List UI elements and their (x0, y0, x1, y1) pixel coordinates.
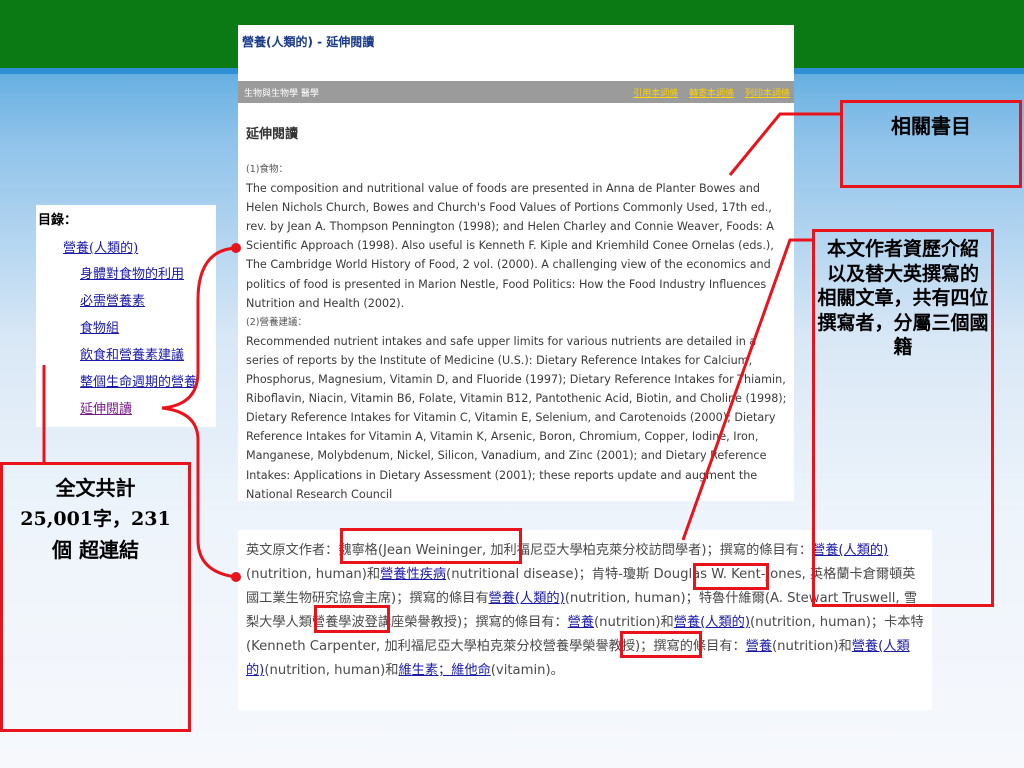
callout-fulltext-line1: 全文共計 (55, 476, 136, 500)
attr-text: (nutrition)和 (772, 639, 852, 654)
author-name-truswell: 特魯什維爾 (698, 591, 765, 606)
attr-text: (nutrition, human)； (749, 615, 885, 630)
article-panel: 營養(人類的) - 延伸閱讀 生物與生物學 醫學 引用本詞條 轉寄本詞條 列印本… (238, 25, 794, 501)
article-title: 營養(人類的) - 延伸閱讀 (242, 35, 375, 49)
highlight-truswell (314, 605, 390, 633)
attr-text: (nutrition, human)和 (264, 663, 399, 678)
attr-text: (vitamin)。 (490, 663, 564, 678)
section-heading: 延伸閱讀 (246, 127, 299, 142)
paragraph-recommendations: Recommended nutrient intakes and safe up… (246, 334, 787, 501)
toc-label: 目錄： (38, 213, 78, 228)
link-nutrition-human[interactable]: 營養(人類的) (674, 615, 750, 630)
article-toolbar: 生物與生物學 醫學 引用本詞條 轉寄本詞條 列印本詞條 (238, 81, 794, 103)
toc-item: 延伸閱讀 (80, 398, 197, 425)
link-nutrition-human[interactable]: 營養(人類的) (489, 591, 565, 606)
toc-item: 整個生命週期的營養 (80, 371, 197, 398)
paragraph-foods: The composition and nutritional value of… (246, 182, 774, 310)
toc-link-food-groups[interactable]: 食物組 (80, 321, 119, 336)
article-body: (1)食物： The composition and nutritional v… (246, 160, 792, 501)
subsection-foods: (1)食物： (246, 164, 288, 175)
toc-link-lifecycle-nutrition[interactable]: 整個生命週期的營養 (80, 375, 197, 390)
toc-item: 飲食和營養素建議 (80, 344, 197, 371)
forward-entry-link[interactable]: 轉寄本詞條 (689, 89, 734, 99)
callout-fulltext (0, 462, 191, 732)
toc-link-food-utilization[interactable]: 身體對食物的利用 (80, 267, 184, 282)
breadcrumb: 生物與生物學 醫學 (244, 89, 319, 99)
toc-root-item: 營養(人類的) (63, 237, 138, 256)
toc-item: 必需營養素 (80, 290, 197, 317)
attr-text: (nutrition, human)； (564, 591, 699, 606)
cite-entry-link[interactable]: 引用本詞條 (633, 89, 678, 99)
attr-text: 加利福尼亞大學柏克萊分校訪問學者)；撰寫的條目有： (490, 543, 813, 558)
toc-link-further-reading[interactable]: 延伸閱讀 (80, 402, 132, 417)
toc-item: 身體對食物的利用 (80, 263, 197, 290)
attr-text: 英文原文作者： (246, 543, 339, 558)
attr-text: (nutrition, human)和 (246, 567, 381, 582)
toc-item: 食物組 (80, 317, 197, 344)
callout-fulltext-line2: 25,001字，231 (20, 508, 171, 530)
toc-link-dietary-recommendations[interactable]: 飲食和營養素建議 (80, 348, 184, 363)
link-nutritional-disease[interactable]: 營養性疾病 (380, 567, 446, 582)
highlight-weininger (340, 528, 522, 564)
author-name-kent-jones: 肯特-瓊斯 (591, 567, 650, 582)
highlight-carpenter (620, 631, 702, 658)
link-vitamin[interactable]: 維生素；維他命 (398, 663, 490, 678)
table-of-contents: 目錄： 營養(人類的) 身體對食物的利用 必需營養素 食物組 飲食和營養素建議 … (36, 205, 216, 427)
callout-authors-text: 本文作者資歷介紹 以及替大英撰寫的 相關文章，共有四位撰寫者，分屬三個國籍 (817, 238, 989, 358)
highlight-kent-jones (693, 563, 769, 590)
link-nutrition[interactable]: 營養 (568, 615, 594, 630)
link-nutrition[interactable]: 營養 (746, 639, 772, 654)
callout-fulltext-line3: 個 超連結 (52, 538, 139, 562)
attr-text: (nutrition)和 (594, 615, 674, 630)
subsection-recommendations: (2)營養建議： (246, 316, 307, 328)
callout-related-books-text: 相關書目 (891, 114, 971, 138)
toolbar-links: 引用本詞條 轉寄本詞條 列印本詞條 (625, 86, 790, 99)
toc-link-nutrition-human[interactable]: 營養(人類的) (63, 241, 138, 256)
toc-list: 身體對食物的利用 必需營養素 食物組 飲食和營養素建議 整個生命週期的營養 延伸… (80, 263, 197, 425)
print-entry-link[interactable]: 列印本詞條 (745, 89, 790, 99)
attr-text: (nutritional disease)； (446, 567, 592, 582)
toc-link-essential-nutrients[interactable]: 必需營養素 (80, 294, 145, 309)
author-name-carpenter: 卡本特 (884, 615, 924, 630)
